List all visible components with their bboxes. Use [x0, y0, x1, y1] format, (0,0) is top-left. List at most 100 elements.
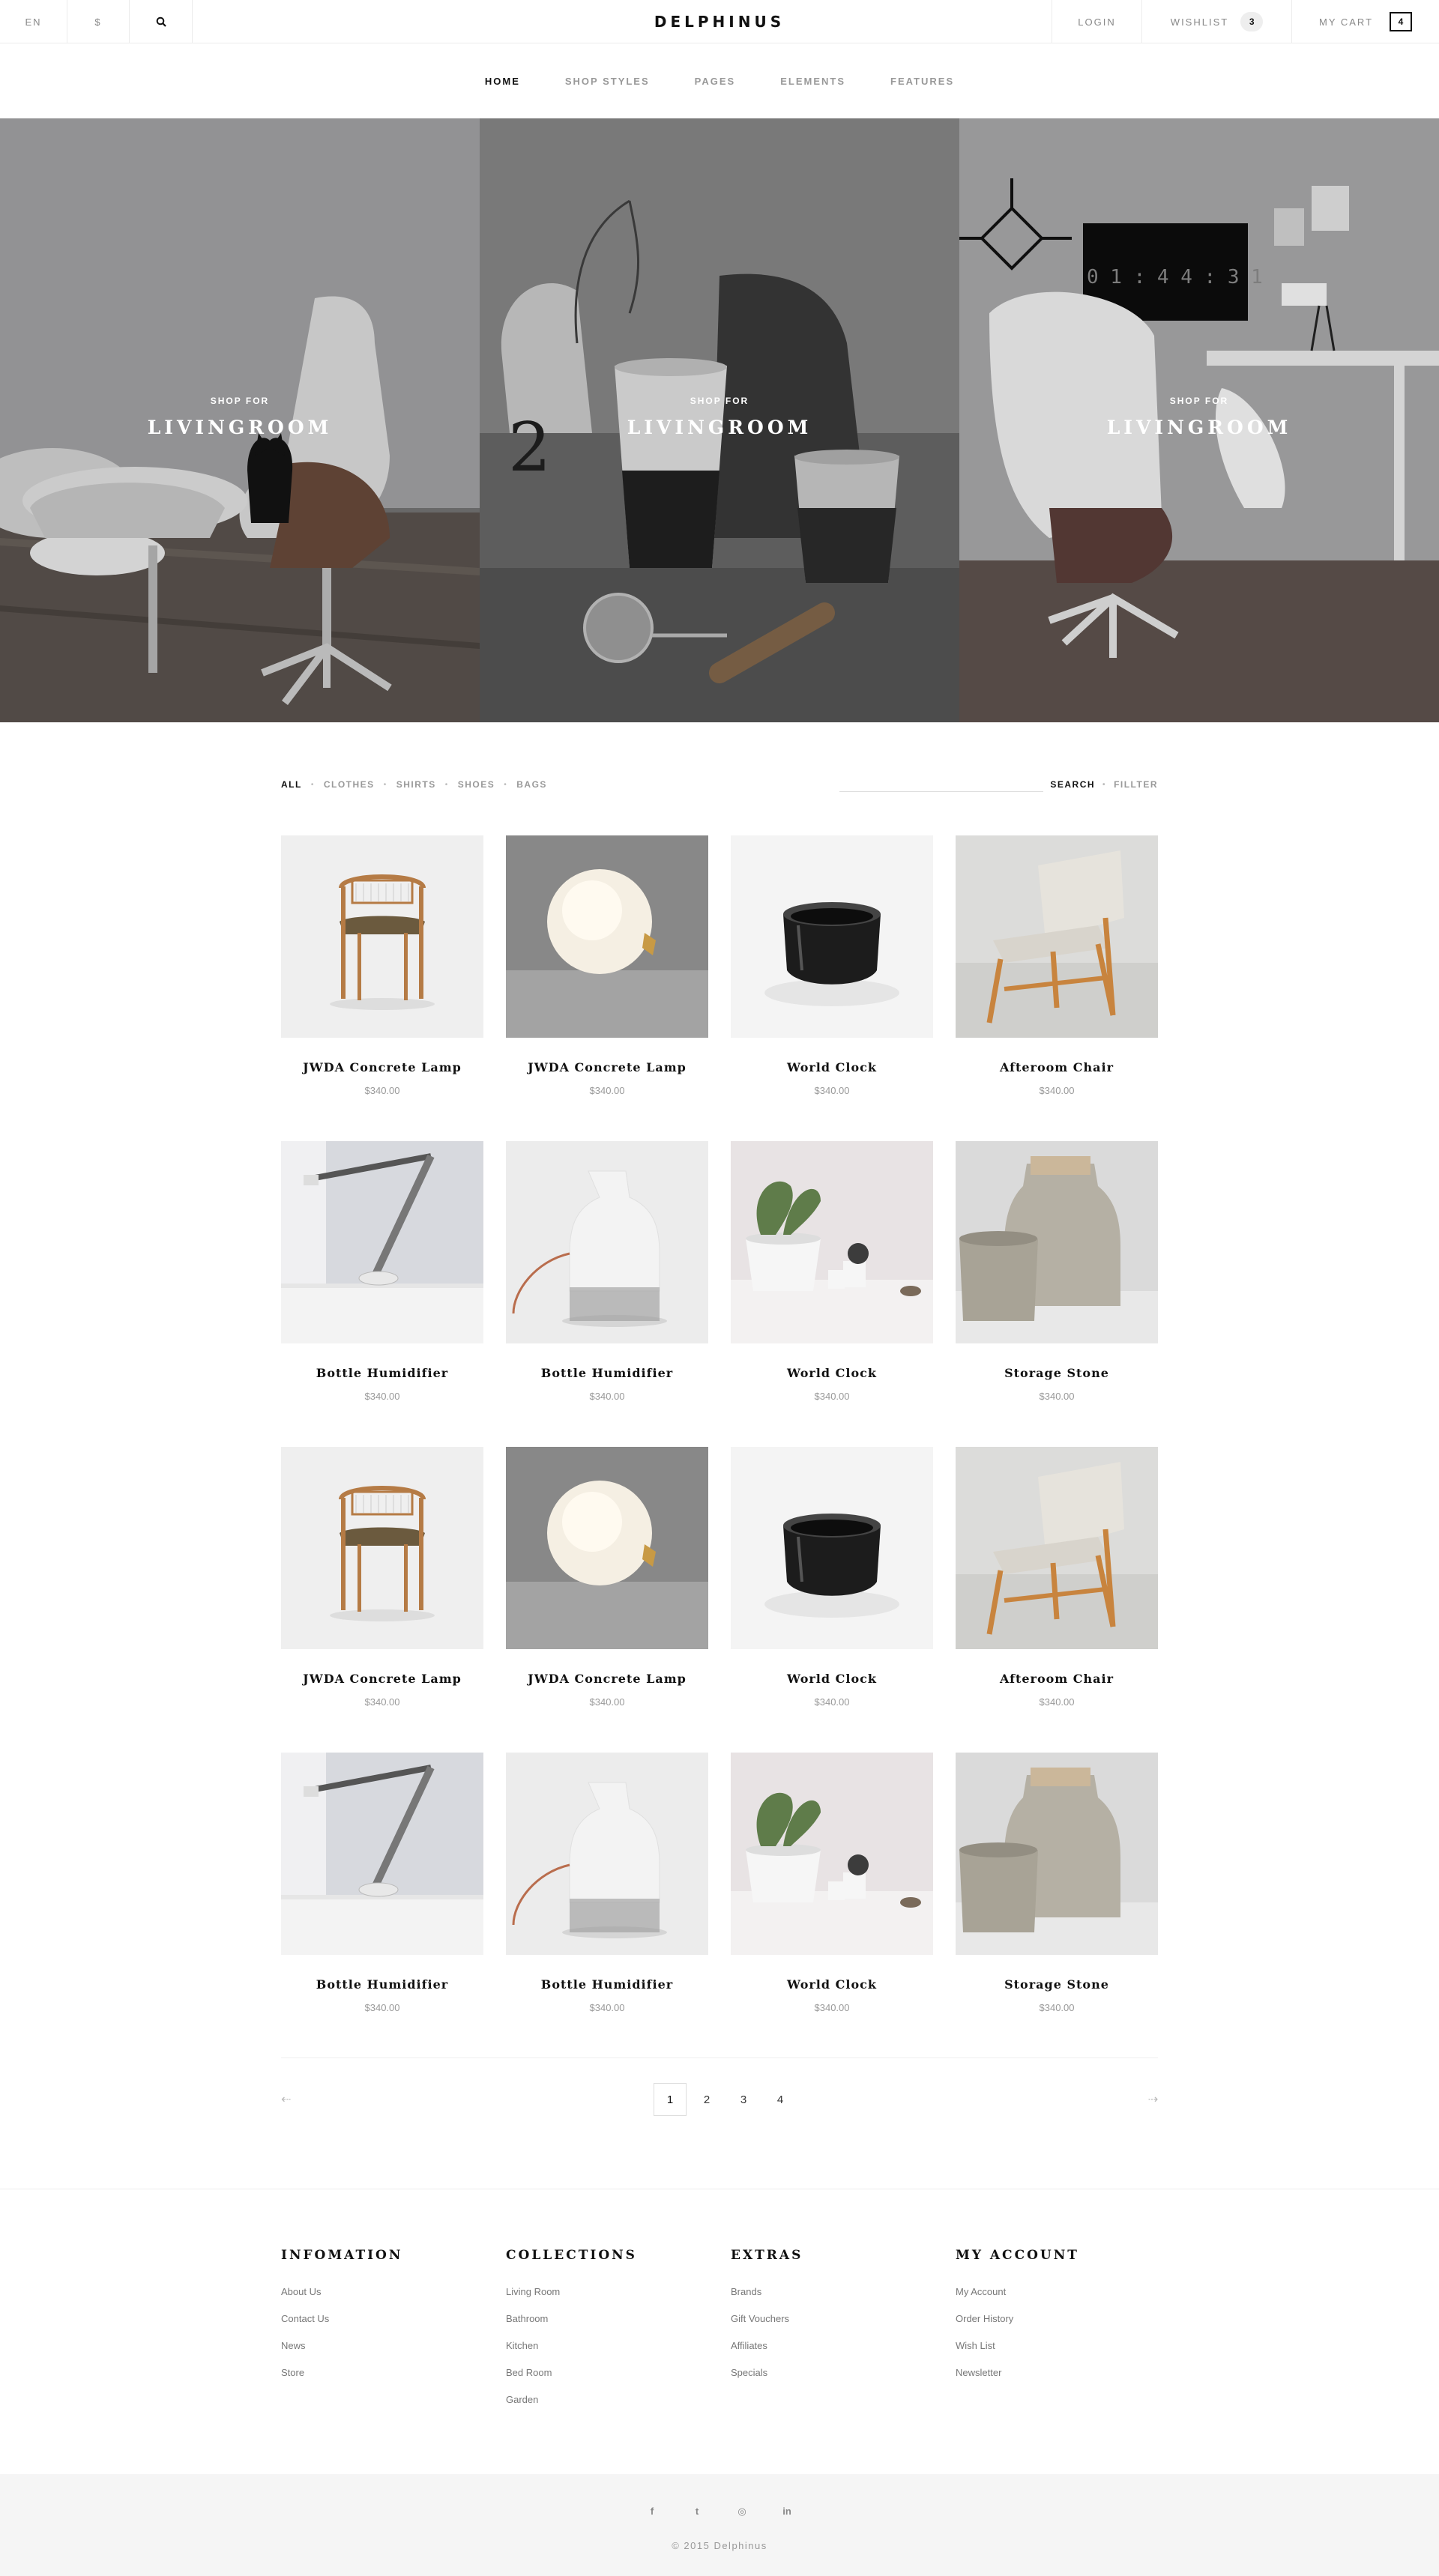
- product-image-wood-chair[interactable]: [956, 835, 1158, 1038]
- facebook-icon[interactable]: f: [630, 2506, 675, 2518]
- product-image-stone-jars[interactable]: [956, 1141, 1158, 1343]
- footer-link-affiliates[interactable]: Affiliates: [731, 2339, 933, 2366]
- product-card[interactable]: Afteroom Chair $340.00: [956, 835, 1158, 1113]
- product-name[interactable]: Afteroom Chair: [956, 1672, 1158, 1686]
- product-name[interactable]: Storage Stone: [956, 1366, 1158, 1380]
- footer-link-gift-vouchers[interactable]: Gift Vouchers: [731, 2312, 933, 2339]
- product-image-stone-jars[interactable]: [956, 1753, 1158, 1955]
- product-name[interactable]: Bottle Humidifier: [281, 1366, 483, 1380]
- cart-link[interactable]: MY CART 4: [1291, 0, 1439, 43]
- product-card[interactable]: World Clock $340.00: [731, 1447, 933, 1724]
- pagination: ⇠ 1 2 3 4 ⇢: [281, 2083, 1158, 2116]
- footer-link-bed-room[interactable]: Bed Room: [506, 2366, 708, 2393]
- product-image-black-bowl[interactable]: [731, 835, 933, 1038]
- product-card[interactable]: Afteroom Chair $340.00: [956, 1447, 1158, 1724]
- footer-bottom: f t ◎ in © 2015 Delphinus: [0, 2474, 1439, 2576]
- arrow-right-icon[interactable]: ⇢: [1148, 2092, 1158, 2107]
- wishlist-link[interactable]: WISHLIST 3: [1141, 0, 1291, 43]
- footer-link-wish-list[interactable]: Wish List: [956, 2339, 1158, 2366]
- hero-panel-livingroom-3[interactable]: 0 1 : 4 4 : 3 1 SHOP FOR LIVINGROOM: [959, 118, 1439, 722]
- hero-panel-livingroom-2[interactable]: 2 SHOP FOR LIVINGROOM: [480, 118, 959, 722]
- hero-panel-livingroom-1[interactable]: SHOP FOR LIVINGROOM: [0, 118, 480, 722]
- product-image-plant-pots[interactable]: [731, 1141, 933, 1343]
- category-shoes[interactable]: SHOES: [458, 779, 495, 790]
- footer-link-contact-us[interactable]: Contact Us: [281, 2312, 483, 2339]
- linkedin-icon[interactable]: in: [764, 2506, 809, 2518]
- product-search-input[interactable]: [839, 791, 1043, 792]
- filter-toggle[interactable]: FILLTER: [1114, 779, 1158, 790]
- product-image-bottle-humidifier[interactable]: [506, 1141, 708, 1343]
- product-card[interactable]: Bottle Humidifier $340.00: [506, 1753, 708, 2030]
- product-image-wooden-armchair[interactable]: [281, 1447, 483, 1649]
- page-3[interactable]: 3: [727, 2083, 760, 2116]
- product-card[interactable]: Storage Stone $340.00: [956, 1753, 1158, 2030]
- footer-link-living-room[interactable]: Living Room: [506, 2285, 708, 2312]
- product-card[interactable]: World Clock $340.00: [731, 835, 933, 1113]
- category-clothes[interactable]: CLOTHES: [324, 779, 375, 790]
- product-image-globe-lamp[interactable]: [506, 835, 708, 1038]
- footer-link-brands[interactable]: Brands: [731, 2285, 933, 2312]
- product-name[interactable]: Storage Stone: [956, 1977, 1158, 1992]
- nav-pages[interactable]: PAGES: [695, 76, 736, 87]
- product-image-wood-chair[interactable]: [956, 1447, 1158, 1649]
- product-image-desk-lamp[interactable]: [281, 1753, 483, 1955]
- site-logo[interactable]: DELPHINUS: [654, 13, 785, 31]
- footer-link-newsletter[interactable]: Newsletter: [956, 2366, 1158, 2393]
- footer-link-bathroom[interactable]: Bathroom: [506, 2312, 708, 2339]
- product-card[interactable]: Bottle Humidifier $340.00: [281, 1753, 483, 2030]
- product-name[interactable]: JWDA Concrete Lamp: [506, 1060, 708, 1074]
- product-name[interactable]: JWDA Concrete Lamp: [506, 1672, 708, 1686]
- product-image-bottle-humidifier[interactable]: [506, 1753, 708, 1955]
- product-card[interactable]: JWDA Concrete Lamp $340.00: [281, 1447, 483, 1724]
- product-name[interactable]: World Clock: [731, 1977, 933, 1992]
- instagram-icon[interactable]: ◎: [720, 2506, 764, 2518]
- footer-link-my-account[interactable]: My Account: [956, 2285, 1158, 2312]
- product-image-plant-pots[interactable]: [731, 1753, 933, 1955]
- product-image-globe-lamp[interactable]: [506, 1447, 708, 1649]
- footer-link-garden[interactable]: Garden: [506, 2393, 708, 2420]
- product-name[interactable]: World Clock: [731, 1060, 933, 1074]
- footer-link-about-us[interactable]: About Us: [281, 2285, 483, 2312]
- product-name[interactable]: Afteroom Chair: [956, 1060, 1158, 1074]
- product-name[interactable]: World Clock: [731, 1672, 933, 1686]
- nav-elements[interactable]: ELEMENTS: [780, 76, 845, 87]
- product-card[interactable]: Bottle Humidifier $340.00: [506, 1141, 708, 1418]
- product-card[interactable]: JWDA Concrete Lamp $340.00: [506, 835, 708, 1113]
- language-selector[interactable]: EN: [0, 0, 67, 43]
- nav-shop-styles[interactable]: SHOP STYLES: [565, 76, 650, 87]
- currency-selector[interactable]: $: [67, 0, 130, 43]
- category-all[interactable]: ALL: [281, 779, 302, 790]
- nav-features[interactable]: FEATURES: [890, 76, 954, 87]
- footer-link-store[interactable]: Store: [281, 2366, 483, 2393]
- product-image-wooden-armchair[interactable]: [281, 835, 483, 1038]
- page-2[interactable]: 2: [690, 2083, 723, 2116]
- product-card[interactable]: JWDA Concrete Lamp $340.00: [506, 1447, 708, 1724]
- product-card[interactable]: JWDA Concrete Lamp $340.00: [281, 835, 483, 1113]
- product-name[interactable]: Bottle Humidifier: [506, 1977, 708, 1992]
- nav-home[interactable]: HOME: [485, 76, 520, 87]
- category-shirts[interactable]: SHIRTS: [396, 779, 436, 790]
- footer-link-kitchen[interactable]: Kitchen: [506, 2339, 708, 2366]
- page-4[interactable]: 4: [764, 2083, 797, 2116]
- product-name[interactable]: JWDA Concrete Lamp: [281, 1672, 483, 1686]
- product-name[interactable]: Bottle Humidifier: [281, 1977, 483, 1992]
- category-bags[interactable]: BAGS: [516, 779, 547, 790]
- search-toggle[interactable]: SEARCH: [1050, 779, 1095, 790]
- login-link[interactable]: LOGIN: [1052, 0, 1141, 43]
- product-card[interactable]: World Clock $340.00: [731, 1141, 933, 1418]
- product-name[interactable]: World Clock: [731, 1366, 933, 1380]
- footer-link-order-history[interactable]: Order History: [956, 2312, 1158, 2339]
- product-card[interactable]: Bottle Humidifier $340.00: [281, 1141, 483, 1418]
- search-button[interactable]: [130, 0, 193, 43]
- footer-link-specials[interactable]: Specials: [731, 2366, 933, 2393]
- product-card[interactable]: World Clock $340.00: [731, 1753, 933, 2030]
- product-name[interactable]: Bottle Humidifier: [506, 1366, 708, 1380]
- page-1[interactable]: 1: [654, 2083, 687, 2116]
- product-name[interactable]: JWDA Concrete Lamp: [281, 1060, 483, 1074]
- twitter-icon[interactable]: t: [675, 2506, 720, 2518]
- product-card[interactable]: Storage Stone $340.00: [956, 1141, 1158, 1418]
- product-image-black-bowl[interactable]: [731, 1447, 933, 1649]
- arrow-left-icon[interactable]: ⇠: [281, 2092, 291, 2107]
- footer-link-news[interactable]: News: [281, 2339, 483, 2366]
- product-image-desk-lamp[interactable]: [281, 1141, 483, 1343]
